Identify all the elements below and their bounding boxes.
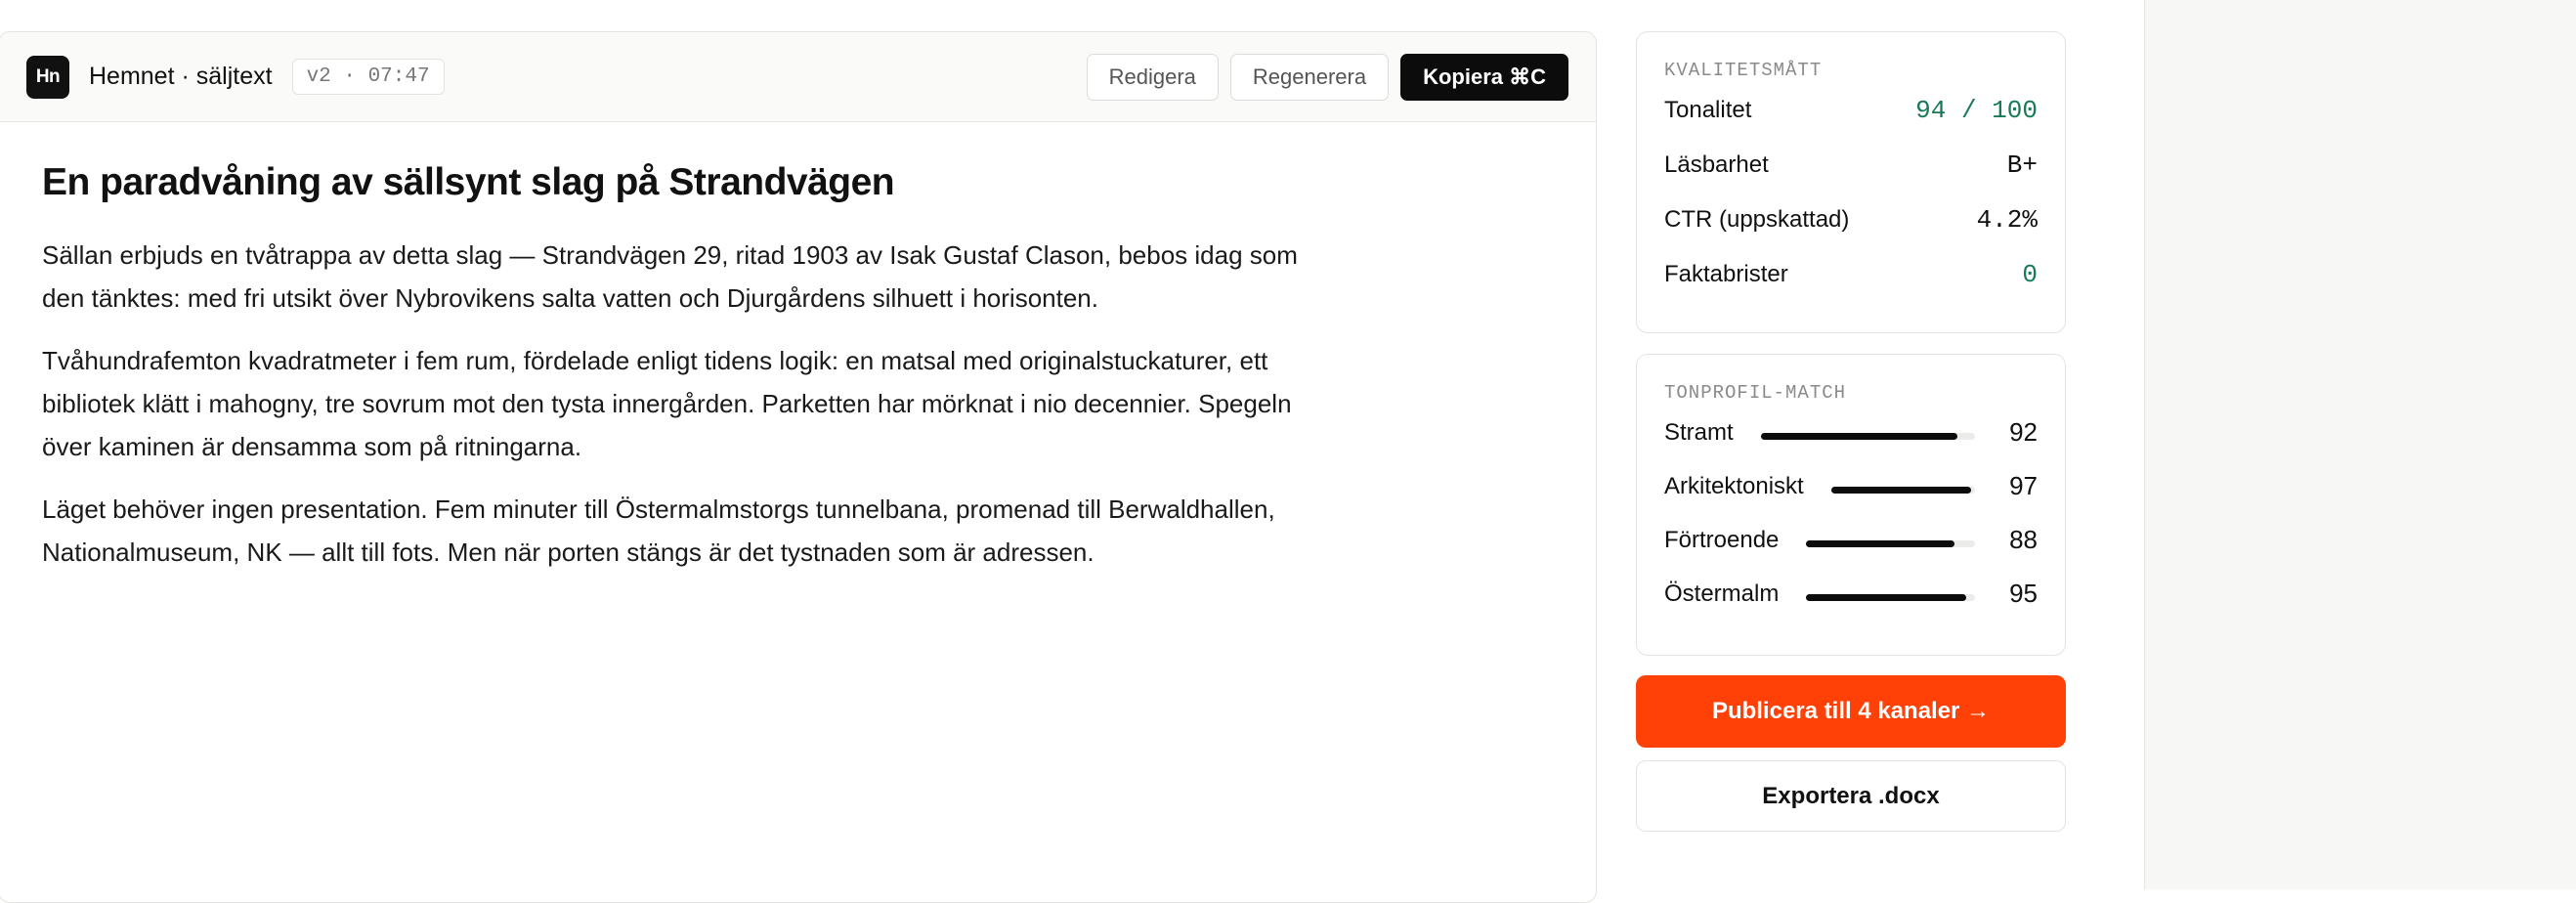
metric-label: Tonalitet xyxy=(1664,97,1752,123)
quality-metrics-card: KVALITETSMÅTT Tonalitet 94 / 100 Läsbarh… xyxy=(1636,31,2066,333)
edit-button[interactable]: Redigera xyxy=(1086,54,1219,101)
tone-row-stramt: Stramt 92 xyxy=(1664,406,2038,459)
document-title: Hemnet · säljtext xyxy=(89,63,273,90)
document-body[interactable]: En paradvåning av sällsynt slag på Stran… xyxy=(0,161,1596,574)
tone-bar xyxy=(1806,594,1975,601)
export-docx-button[interactable]: Exportera .docx xyxy=(1636,760,2066,832)
tone-bar-fill xyxy=(1806,540,1955,547)
tone-row-ostermalm: Östermalm 95 xyxy=(1664,567,2038,621)
metric-label: Faktabrister xyxy=(1664,261,1788,287)
tone-value: 95 xyxy=(2009,579,2038,608)
tone-label: Förtroende xyxy=(1664,526,1780,553)
side-background xyxy=(2144,0,2576,889)
tone-bar-fill xyxy=(1806,594,1967,601)
regenerate-button[interactable]: Regenerera xyxy=(1229,54,1390,101)
tone-value: 92 xyxy=(2009,417,2038,447)
tone-bar-fill xyxy=(1760,433,1958,440)
paragraph: Läget behöver ingen presentation. Fem mi… xyxy=(42,494,1275,567)
tone-label: Arkitektoniskt xyxy=(1664,472,1804,499)
tone-bar xyxy=(1760,433,1975,440)
paragraph: Tvåhundrafemton kvadratmeter i fem rum, … xyxy=(42,346,1292,461)
metric-label: CTR (uppskattad) xyxy=(1664,206,1850,233)
metric-value: 94 / 100 xyxy=(1915,96,2038,125)
version-badge: v2 · 07:47 xyxy=(291,59,445,95)
editor-panel: Hn Hemnet · säljtext v2 · 07:47 Redigera… xyxy=(0,31,1597,903)
metric-value: 0 xyxy=(2022,260,2038,289)
editor-header: Hn Hemnet · säljtext v2 · 07:47 Redigera… xyxy=(0,32,1596,122)
tone-bar xyxy=(1830,487,1975,494)
tone-label: Stramt xyxy=(1664,418,1734,446)
paragraph: Sällan erbjuds en tvåtrappa av detta sla… xyxy=(42,240,1298,313)
tone-profile-label: TONPROFIL-MATCH xyxy=(1664,382,1847,404)
tone-bar xyxy=(1806,540,1975,547)
quality-metrics-label: KVALITETSMÅTT xyxy=(1664,60,1823,81)
copy-button[interactable]: Kopiera ⌘C xyxy=(1400,54,1568,101)
tone-value: 88 xyxy=(2009,525,2038,554)
metric-value: B+ xyxy=(2006,150,2038,180)
metric-label: Läsbarhet xyxy=(1664,151,1769,178)
metric-row-readability: Läsbarhet B+ xyxy=(1664,138,2038,193)
metric-row-tonality: Tonalitet 94 / 100 xyxy=(1664,83,2038,138)
tone-value: 97 xyxy=(2009,471,2038,500)
metric-value: 4.2% xyxy=(1976,205,2038,235)
tone-label: Östermalm xyxy=(1664,580,1780,607)
tone-row-fortroende: Förtroende 88 xyxy=(1664,513,2038,567)
hemnet-logo: Hn xyxy=(26,55,69,99)
publish-button[interactable]: Publicera till 4 kanaler → xyxy=(1636,675,2066,748)
header-actions: Redigera Regenerera Kopiera ⌘C xyxy=(1086,54,1568,101)
tone-row-arkitektoniskt: Arkitektoniskt 97 xyxy=(1664,459,2038,513)
metric-row-fact-gaps: Faktabrister 0 xyxy=(1664,247,2038,302)
tone-profile-card: TONPROFIL-MATCH Stramt 92 Arkitektoniskt… xyxy=(1636,354,2066,656)
document-headline: En paradvåning av sällsynt slag på Stran… xyxy=(42,161,895,203)
metric-row-ctr: CTR (uppskattad) 4.2% xyxy=(1664,193,2038,247)
tone-bar-fill xyxy=(1830,487,1971,494)
